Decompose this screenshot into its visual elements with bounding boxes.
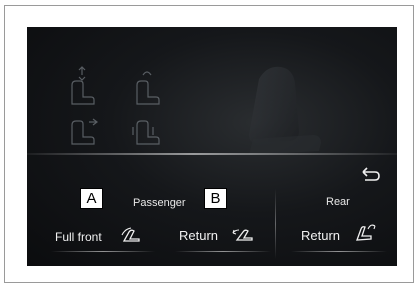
full-front-underline bbox=[51, 251, 155, 252]
return-underline-2 bbox=[291, 251, 387, 252]
return-underline-1 bbox=[175, 251, 271, 252]
callout-a: A bbox=[80, 188, 103, 209]
full-front-button[interactable]: Full front bbox=[55, 230, 102, 244]
rear-divider bbox=[275, 189, 276, 259]
seat-control-screen: Passenger Rear Full front Return Return bbox=[27, 27, 397, 266]
rear-seat-return-icon[interactable] bbox=[351, 221, 377, 245]
seat-return-icon[interactable] bbox=[231, 225, 255, 245]
callout-b: B bbox=[204, 188, 227, 209]
passenger-label: Passenger bbox=[133, 197, 186, 209]
return-button-passenger[interactable]: Return bbox=[179, 228, 218, 243]
seat-recline-icon[interactable] bbox=[119, 226, 143, 246]
rear-label: Rear bbox=[326, 196, 350, 208]
panel-divider-line bbox=[27, 153, 397, 155]
return-arrow-icon[interactable] bbox=[359, 167, 381, 181]
return-button-rear[interactable]: Return bbox=[301, 228, 340, 243]
